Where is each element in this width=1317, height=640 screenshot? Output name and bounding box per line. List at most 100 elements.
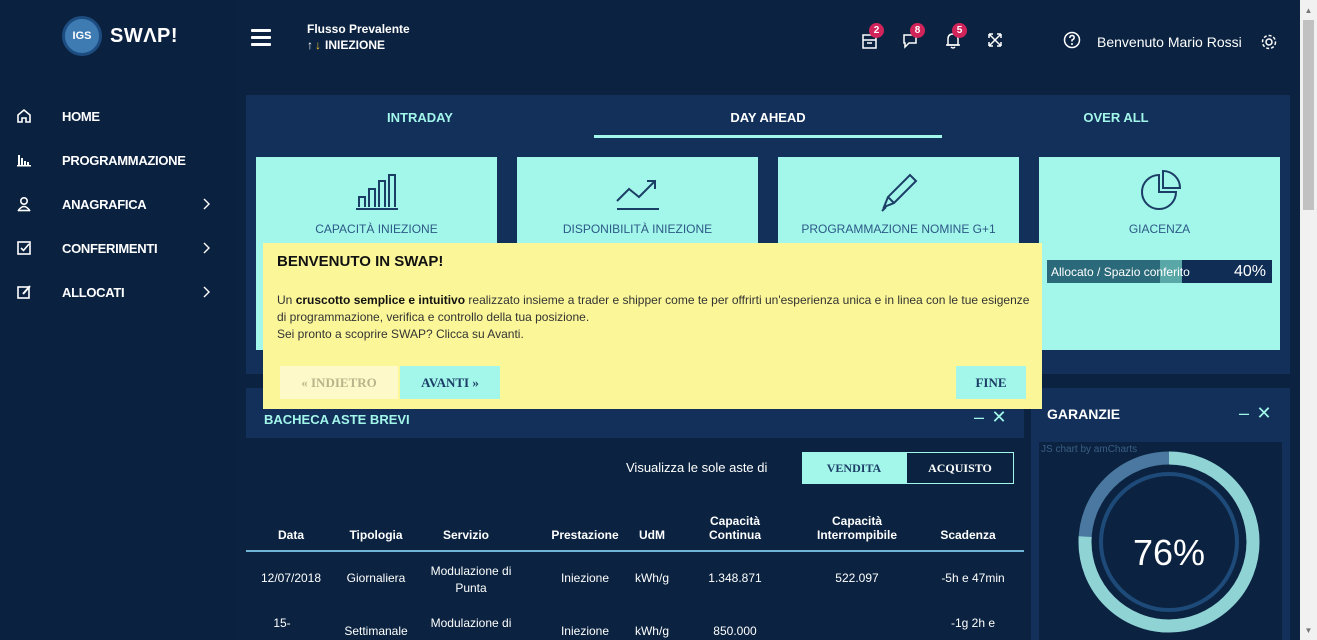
edit-icon	[14, 282, 34, 302]
popup-text-prefix: Un	[277, 293, 296, 307]
table-cell: Settimanale	[344, 624, 408, 638]
table-cell: -5h e 47min	[941, 571, 1005, 585]
column-header[interactable]: Tipologia	[336, 528, 416, 542]
fullscreen-button[interactable]	[985, 30, 1007, 52]
notifications-badge: 5	[952, 23, 967, 38]
user-icon	[14, 194, 34, 214]
inbox-button[interactable]: 2	[860, 23, 884, 52]
fullscreen-icon	[988, 33, 1002, 47]
table-row[interactable]: 12/07/2018 Giornaliera Modulazione di Pu…	[246, 556, 1024, 604]
sidebar-item-programmazione[interactable]: PROGRAMMAZIONE	[0, 150, 235, 170]
card-title: PROGRAMMAZIONE NOMINE G+1	[801, 222, 996, 236]
column-header[interactable]: Prestazione	[544, 528, 626, 542]
bacheca-body: Visualizza le sole aste di VENDITA ACQUI…	[246, 438, 1024, 640]
welcome-user[interactable]: Benvenuto Mario Rossi	[1097, 34, 1242, 50]
sidebar-item-anagrafica[interactable]: ANAGRAFICA	[0, 194, 235, 214]
table-cell: 850.000	[713, 624, 757, 638]
table-cell: Iniezione	[560, 571, 610, 585]
minimize-icon[interactable]: –	[1235, 404, 1253, 422]
popup-text: Un cruscotto semplice e intuitivo realiz…	[277, 292, 1037, 343]
column-header[interactable]: Capacità Interrompibile	[802, 514, 912, 542]
column-header[interactable]: Data	[256, 528, 326, 542]
logo-badge: IGS	[62, 16, 102, 56]
garanzie-panel: GARANZIE – ✕ JS chart by amCharts 76%	[1031, 388, 1290, 640]
bacheca-title: BACHECA ASTE BREVI	[264, 412, 410, 427]
bar-chart-icon	[14, 150, 34, 170]
scroll-thumb[interactable]	[1303, 20, 1314, 210]
garanzie-percent: 76%	[1132, 532, 1206, 573]
flow-value-text: INIEZIONE	[325, 38, 386, 52]
pie-chart-icon	[1140, 169, 1181, 210]
chevron-right-icon	[198, 284, 214, 300]
top-bar: Flusso Prevalente ↑ ↓ INIEZIONE 2 8 5 Be…	[235, 0, 1300, 80]
table-cell: Modulazione di Punta	[430, 564, 512, 595]
page-scrollbar[interactable]: ▲ ▼	[1300, 0, 1317, 640]
table-cell: 522.097	[835, 571, 879, 585]
card-title: CAPACITÀ INIEZIONE	[315, 222, 438, 236]
sidebar-menu: HOME PROGRAMMAZIONE ANAGRAFICA CONFERIME…	[0, 106, 235, 326]
popup-text-line2: Sei pronto a scoprire SWAP? Clicca su Av…	[277, 327, 524, 341]
chevron-right-icon	[198, 240, 214, 256]
help-button[interactable]	[1062, 30, 1084, 52]
table-cell: 15-	[273, 616, 291, 630]
sidebar-item-label: PROGRAMMAZIONE	[62, 152, 186, 168]
table-row[interactable]: 15- Settimanale Modulazione di Iniezione…	[246, 610, 1024, 640]
sidebar-item-conferimenti[interactable]: CONFERIMENTI	[0, 238, 235, 258]
card-title: GIACENZA	[1128, 222, 1191, 236]
table-cell: Giornaliera	[346, 571, 406, 585]
garanzie-body: JS chart by amCharts 76%	[1039, 442, 1282, 640]
garanzie-title: GARANZIE	[1047, 406, 1121, 422]
table-cell: 12/07/2018	[260, 571, 322, 585]
bacheca-panel: BACHECA ASTE BREVI – ✕ Visualizza le sol…	[246, 388, 1024, 640]
giacenza-progress: Allocato / Spazio conferito 40%	[1047, 260, 1272, 283]
sidebar-item-label: CONFERIMENTI	[62, 240, 158, 256]
scroll-up-icon[interactable]: ▲	[1304, 6, 1313, 15]
flow-title: Flusso Prevalente	[307, 22, 410, 36]
inbox-badge: 2	[869, 23, 884, 38]
period-tabs: INTRADAY DAY AHEAD OVER ALL	[246, 95, 1290, 139]
arrow-up-icon: ↑	[307, 38, 313, 52]
card-title: DISPONIBILITÀ INIEZIONE	[562, 222, 713, 236]
help-icon	[1063, 31, 1081, 49]
next-button[interactable]: AVANTI »	[400, 366, 500, 399]
tab-intraday[interactable]: INTRADAY	[246, 95, 594, 139]
gear-icon[interactable]	[1259, 32, 1279, 52]
column-header[interactable]: UdM	[630, 528, 674, 542]
messages-button[interactable]: 8	[901, 23, 925, 52]
sidebar-item-home[interactable]: HOME	[0, 106, 235, 126]
table-cell: kWh/g	[634, 571, 669, 585]
flow-value: ↑ ↓ INIEZIONE	[307, 38, 385, 52]
card-giacenza[interactable]: GIACENZA Allocato / Spazio conferito 40%	[1039, 157, 1280, 350]
sidebar-item-allocati[interactable]: ALLOCATI	[0, 282, 235, 302]
home-icon	[14, 106, 34, 126]
pen-icon	[880, 173, 917, 212]
arrow-down-icon: ↓	[315, 38, 321, 52]
table-cell: Modulazione di	[430, 616, 512, 630]
acquisto-button[interactable]: ACQUISTO	[906, 452, 1014, 484]
sidebar: IGS SWΛP! HOME PROGRAMMAZIONE ANAGRAFICA	[0, 0, 235, 640]
column-header[interactable]: Capacità Continua	[700, 514, 770, 542]
column-header[interactable]: Scadenza	[928, 528, 1008, 542]
sidebar-item-label: HOME	[62, 108, 100, 124]
close-icon[interactable]: ✕	[990, 408, 1008, 426]
filter-label: Visualizza le sole aste di	[626, 460, 768, 475]
close-icon[interactable]: ✕	[1255, 404, 1273, 422]
tab-day-ahead[interactable]: DAY AHEAD	[594, 95, 942, 139]
popup-text-bold: cruscotto semplice e intuitivo	[295, 293, 466, 307]
trend-up-icon	[615, 180, 659, 210]
popup-title: BENVENUTO IN SWAP!	[277, 253, 444, 270]
notifications-button[interactable]: 5	[943, 23, 967, 52]
logo-text: SWΛP!	[110, 24, 179, 47]
scroll-down-icon[interactable]: ▼	[1304, 626, 1313, 635]
vendita-button[interactable]: VENDITA	[802, 452, 906, 484]
table-cell: Iniezione	[560, 624, 610, 638]
finish-button[interactable]: FINE	[956, 366, 1026, 399]
back-button[interactable]: « INDIETRO	[280, 366, 398, 399]
tab-over-all[interactable]: OVER ALL	[942, 95, 1290, 139]
hamburger-menu-icon[interactable]	[251, 29, 271, 46]
app-logo[interactable]: IGS SWΛP!	[62, 16, 178, 56]
column-header[interactable]: Servizio	[426, 528, 506, 542]
checkbox-icon	[14, 238, 34, 258]
table-cell: -1g 2h e	[950, 616, 996, 630]
minimize-icon[interactable]: –	[970, 408, 988, 426]
